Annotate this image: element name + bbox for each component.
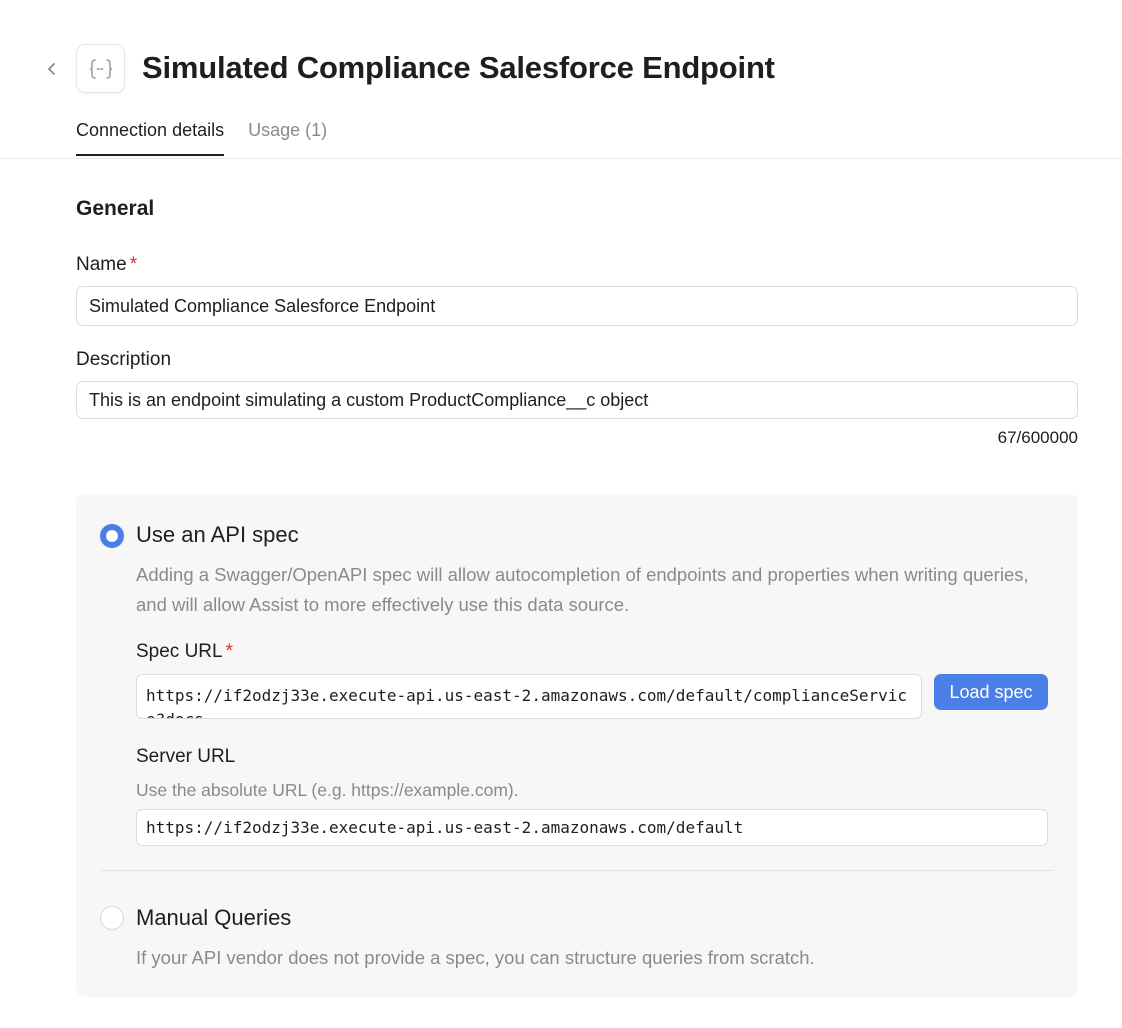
spec-url-input[interactable]: https://if2odzj33e.execute-api.us-east-2…: [136, 674, 922, 719]
load-spec-button[interactable]: Load spec: [934, 674, 1048, 710]
tab-usage[interactable]: Usage (1): [248, 120, 327, 156]
api-spec-radio[interactable]: [100, 524, 124, 548]
back-button[interactable]: [40, 55, 64, 83]
manual-queries-title: Manual Queries: [136, 905, 292, 930]
page-title: Simulated Compliance Salesforce Endpoint: [142, 50, 775, 85]
description-input[interactable]: This is an endpoint simulating a custom …: [76, 381, 1078, 419]
manual-queries-radio[interactable]: [100, 906, 124, 930]
server-url-help: Use the absolute URL (e.g. https://examp…: [136, 780, 519, 800]
manual-queries-description: If your API vendor does not provide a sp…: [136, 947, 815, 968]
api-spec-description: Adding a Swagger/OpenAPI spec will allow…: [136, 564, 1029, 615]
tab-connection-details[interactable]: Connection details: [76, 120, 225, 156]
server-url-label: Server URL: [136, 746, 236, 767]
required-marker: *: [225, 641, 234, 662]
card-divider: [100, 870, 1054, 871]
name-label-text: Name: [76, 254, 127, 275]
data-source-options-card: Use an API spec Adding a Swagger/OpenAPI…: [76, 494, 1078, 997]
character-counter: 67/600000: [997, 428, 1078, 447]
section-title-general: General: [76, 197, 155, 220]
required-marker: *: [129, 254, 138, 275]
spec-url-label: Spec URL *: [136, 641, 233, 663]
spec-url-label-text: Spec URL: [136, 641, 223, 662]
api-spec-title: Use an API spec: [136, 522, 299, 547]
server-url-input[interactable]: https://if2odzj33e.execute-api.us-east-2…: [136, 809, 1048, 846]
description-label: Description: [76, 349, 172, 370]
resource-type-icon: [76, 44, 125, 93]
name-input[interactable]: Simulated Compliance Salesforce Endpoint: [76, 286, 1078, 326]
tab-divider: [0, 158, 1122, 159]
tab-bar: Connection details Usage (1): [76, 120, 327, 156]
braces-icon: [89, 58, 112, 79]
chevron-left-icon: [48, 63, 55, 75]
name-label: Name *: [76, 254, 137, 276]
